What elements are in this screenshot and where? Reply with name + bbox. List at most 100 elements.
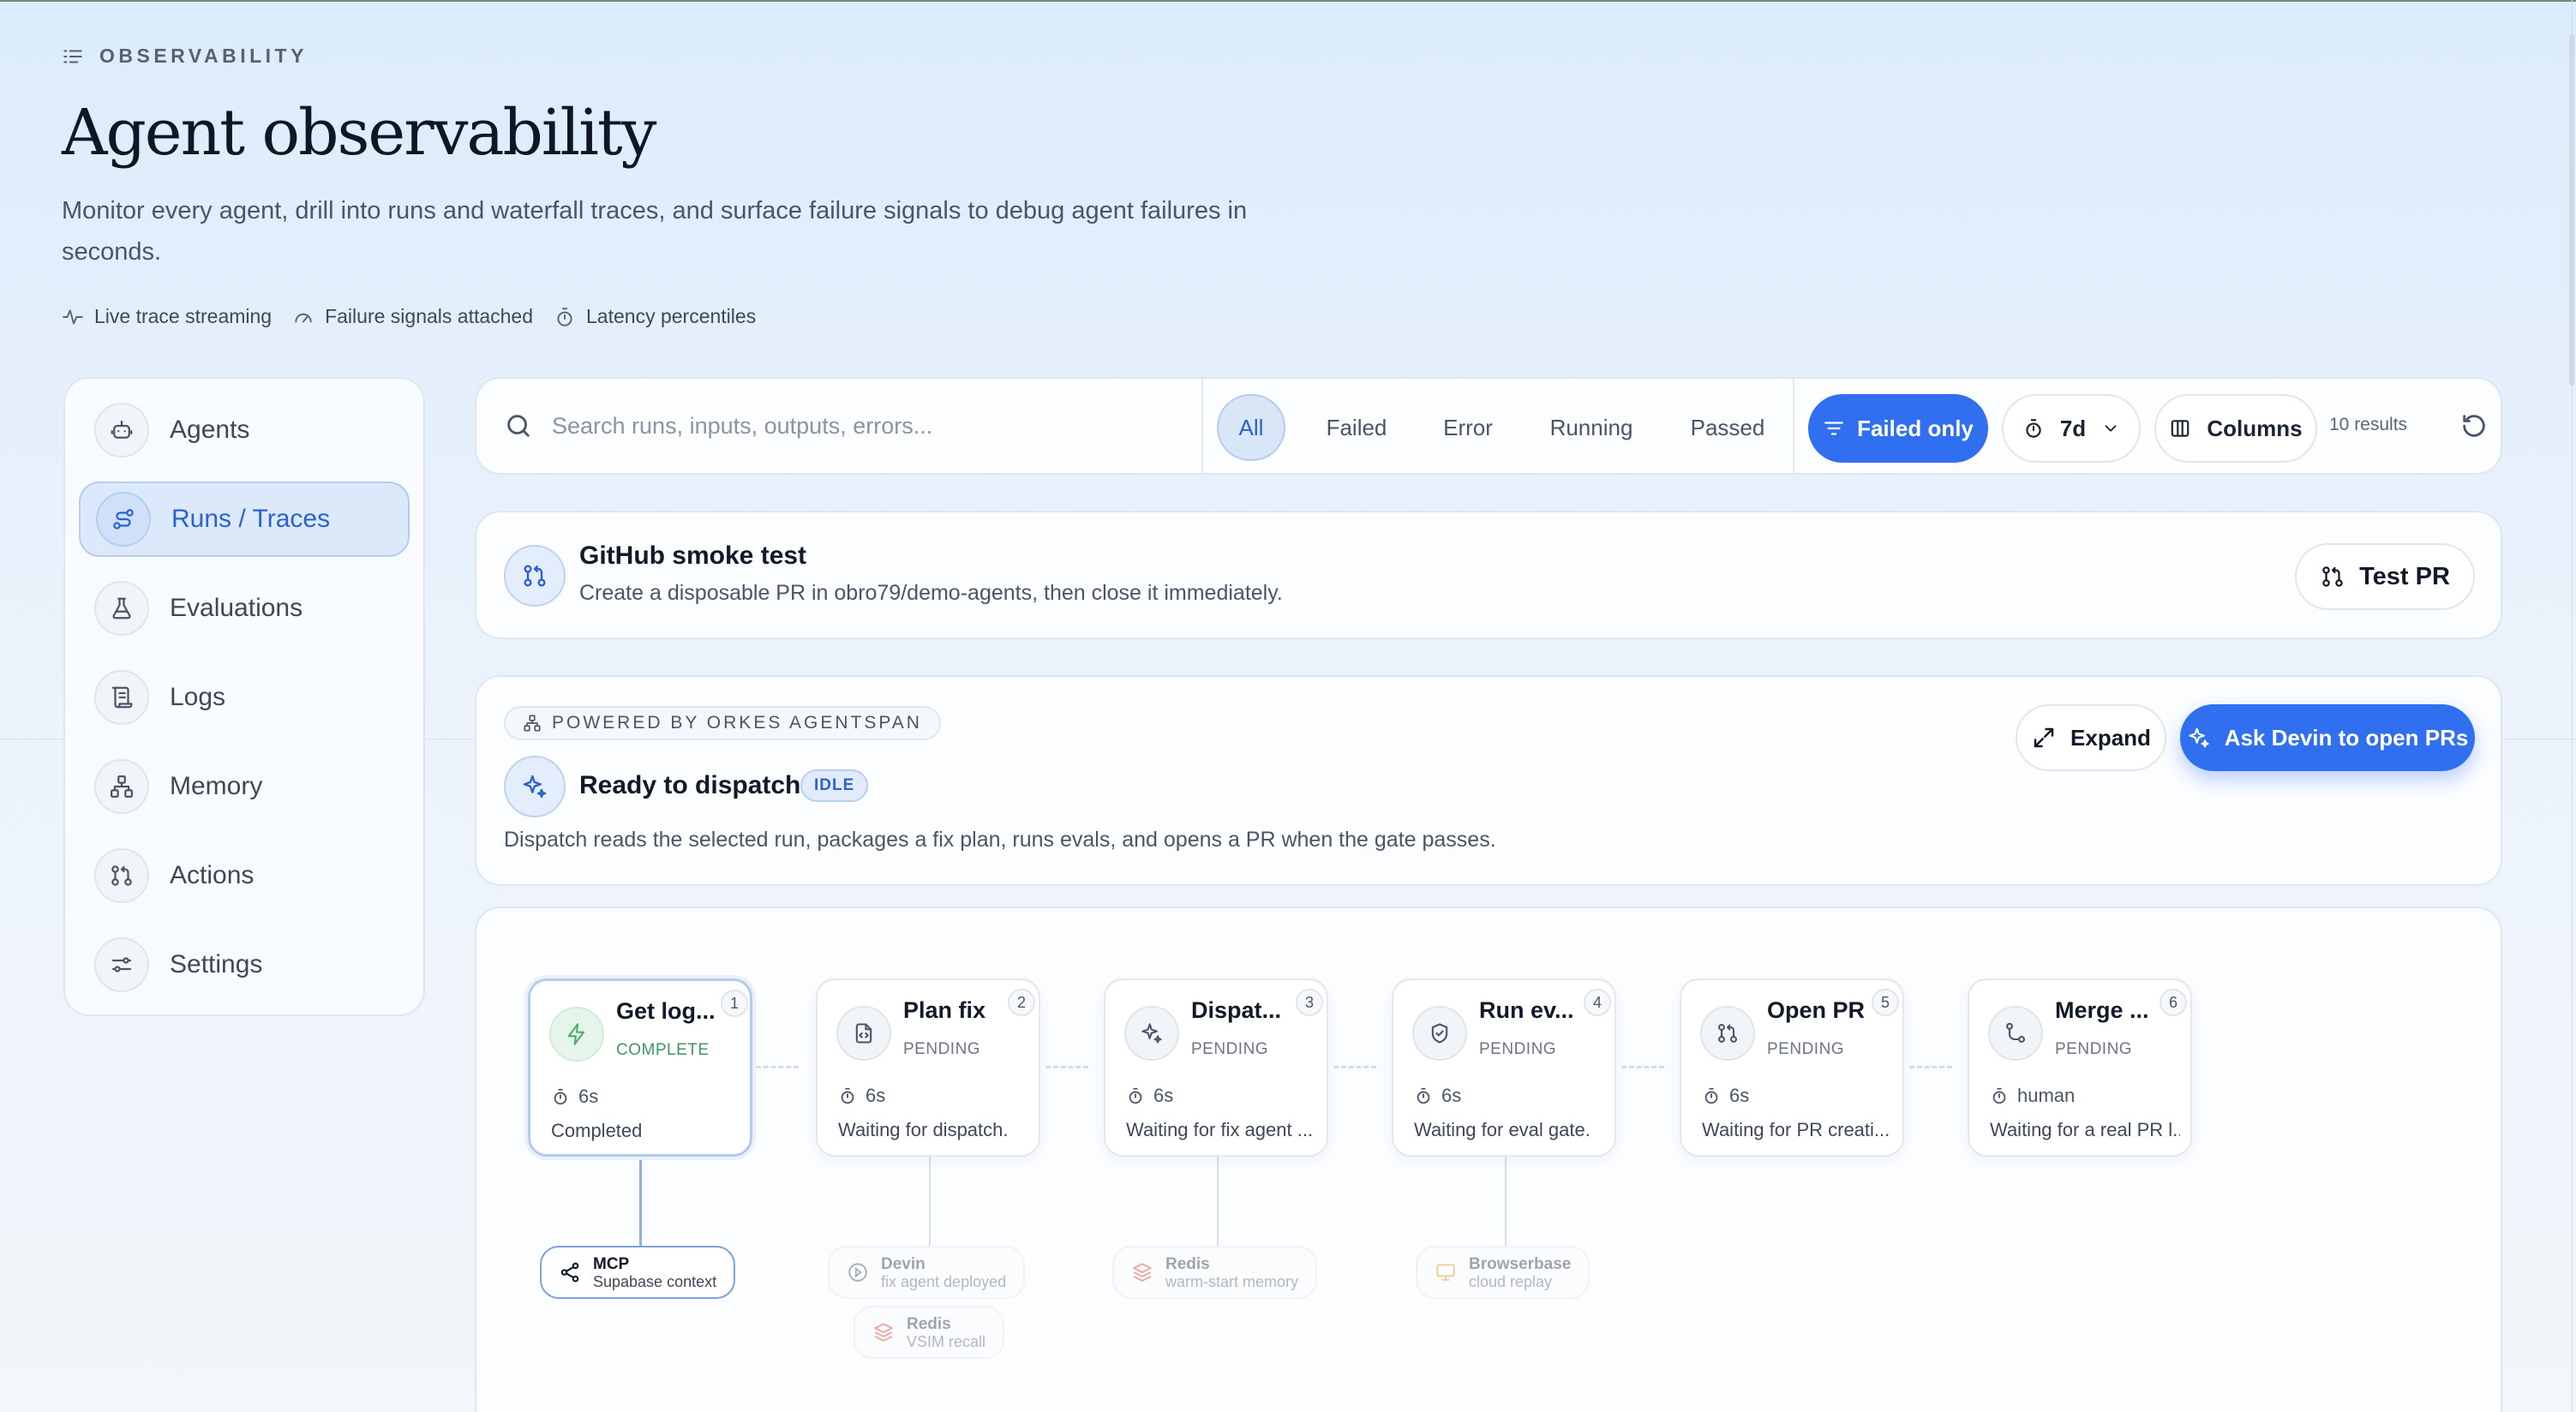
ask-devin-label: Ask Devin to open PRs xyxy=(2224,724,2469,751)
feature-list: Live trace streaming Failure signals att… xyxy=(62,305,758,328)
tool-text: Redis warm-start memory xyxy=(1165,1255,1298,1290)
ask-devin-button[interactable]: Ask Devin to open PRs xyxy=(2180,704,2475,771)
tool-desc: warm-start memory xyxy=(1165,1272,1299,1290)
status-badge: IDLE xyxy=(800,769,869,802)
expand-icon xyxy=(2034,727,2054,748)
feature-label: Latency percentiles xyxy=(586,305,757,327)
tool-desc: VSIM recall xyxy=(907,1332,986,1350)
tool-name: Devin xyxy=(881,1254,926,1273)
step-title: Open PR xyxy=(1767,997,1866,1023)
network-icon xyxy=(524,715,541,732)
step-status: PENDING xyxy=(903,1040,981,1058)
tool-chip-redis[interactable]: Redis warm-start memory xyxy=(1112,1246,1318,1299)
filter-tab-running[interactable]: Running xyxy=(1534,394,1649,461)
timer-icon xyxy=(1704,1087,1718,1104)
tool-connector xyxy=(1217,1157,1219,1246)
step-detail: Waiting for fix agent ... xyxy=(1126,1119,1314,1140)
step-title: Get log... xyxy=(616,998,716,1024)
tool-text: Redis VSIM recall xyxy=(907,1315,985,1350)
smoke-test-description: Create a disposable PR in obro79/demo-ag… xyxy=(579,581,1283,605)
sidebar-item-label: Runs / Traces xyxy=(171,505,331,533)
chevron-down-icon xyxy=(2105,425,2117,432)
step-status: PENDING xyxy=(1479,1040,1557,1058)
step-title: Merge ... xyxy=(2055,997,2149,1023)
timer-icon xyxy=(1417,1087,1430,1104)
robot-icon-wrap xyxy=(94,403,149,458)
filter-toolbar: All Failed Error Running Passed Failed o… xyxy=(475,377,2502,475)
step-detail: Completed xyxy=(551,1120,643,1141)
time-range-select[interactable]: 7d xyxy=(2002,394,2141,463)
pipeline-step[interactable]: Dispat... PENDING 3 6s Waiting for fix a… xyxy=(1104,978,1328,1157)
sparkles-icon-wrap xyxy=(504,756,566,817)
share-icon xyxy=(560,1262,579,1283)
devin-icon xyxy=(848,1263,867,1282)
sidebar-item-evaluations[interactable]: Evaluations xyxy=(79,571,410,646)
failed-only-label: Failed only xyxy=(1857,415,1974,441)
tool-desc: Supabase context xyxy=(593,1272,717,1290)
code-file-icon-wrap xyxy=(836,1006,891,1061)
search-input[interactable] xyxy=(552,403,980,449)
monitor-icon xyxy=(1436,1264,1455,1281)
sidebar-item-settings[interactable]: Settings xyxy=(79,927,410,1002)
bolt-icon-wrap xyxy=(549,1007,604,1062)
test-pr-button[interactable]: Test PR xyxy=(2295,543,2475,610)
sidebar-item-label: Settings xyxy=(170,950,263,978)
filter-tab-failed[interactable]: Failed xyxy=(1309,394,1404,461)
tool-name: Browserbase xyxy=(1469,1254,1572,1273)
sliders-icon xyxy=(111,957,132,972)
expand-button[interactable]: Expand xyxy=(2016,704,2166,771)
step-status: COMPLETE xyxy=(616,1041,710,1059)
sparkles-icon xyxy=(2189,727,2209,748)
refresh-icon[interactable] xyxy=(2459,411,2489,440)
step-duration: 6s xyxy=(551,1086,598,1108)
pipeline-step[interactable]: Open PR PENDING 5 6s Waiting for PR crea… xyxy=(1680,978,1904,1157)
list-icon xyxy=(63,50,82,63)
tool-chip-redis[interactable]: Redis VSIM recall xyxy=(854,1306,1005,1359)
pulse-icon xyxy=(63,308,83,325)
pipeline-step[interactable]: Merge ... PENDING 6 human Waiting for a … xyxy=(1968,978,2192,1157)
sidebar-item-logs[interactable]: Logs xyxy=(79,660,410,735)
tool-connector xyxy=(639,1155,642,1247)
step-duration-value: 6s xyxy=(578,1086,599,1107)
search-icon xyxy=(507,415,530,437)
filter-tab-all[interactable]: All xyxy=(1217,394,1285,461)
sidebar-item-runs-traces[interactable]: Runs / Traces xyxy=(79,482,410,557)
step-number: 2 xyxy=(1008,989,1035,1016)
sidebar-item-agents[interactable]: Agents xyxy=(79,392,410,468)
step-detail: Waiting for a real PR l... xyxy=(1990,1119,2180,1140)
scrollbar-thumb[interactable] xyxy=(2569,34,2574,386)
sidebar-item-memory[interactable]: Memory xyxy=(79,749,410,824)
timer-icon xyxy=(1992,1087,2006,1104)
failed-only-toggle[interactable]: Failed only xyxy=(1808,394,1988,463)
tool-chip-mcp[interactable]: MCP Supabase context xyxy=(540,1246,736,1299)
flask-icon-wrap xyxy=(94,581,149,636)
pipeline-step[interactable]: Plan fix PENDING 2 6s Waiting for dispat… xyxy=(816,978,1040,1157)
tool-text: Browserbase cloud replay xyxy=(1469,1255,1571,1290)
timer-icon xyxy=(554,1088,567,1105)
step-detail: Waiting for dispatch. xyxy=(838,1119,1009,1140)
layers-icon xyxy=(1133,1263,1152,1282)
step-status: PENDING xyxy=(1191,1040,1269,1058)
pipeline-step[interactable]: Run ev... PENDING 4 6s Waiting for eval … xyxy=(1392,978,1616,1157)
filter-tab-error[interactable]: Error xyxy=(1429,394,1507,461)
gauge-icon xyxy=(295,313,312,322)
columns-button[interactable]: Columns xyxy=(2154,394,2317,463)
tool-chip-browserbase[interactable]: Browserbase cloud replay xyxy=(1416,1246,1591,1299)
page-subtitle: Monitor every agent, drill into runs and… xyxy=(62,197,1248,266)
toolbar-divider xyxy=(1793,379,1794,475)
step-number: 6 xyxy=(2160,989,2187,1016)
filter-tab-passed[interactable]: Passed xyxy=(1676,394,1779,461)
step-duration: 6s xyxy=(1702,1085,1749,1107)
sidebar-item-actions[interactable]: Actions xyxy=(79,838,410,913)
tool-chip-devin[interactable]: Devin fix agent deployed xyxy=(828,1246,1026,1299)
feature-item: Failure signals attached xyxy=(292,305,533,328)
layers-icon xyxy=(874,1323,893,1342)
sliders-icon-wrap xyxy=(94,937,149,992)
step-title: Dispat... xyxy=(1191,997,1282,1023)
toolbar-divider xyxy=(1201,379,1203,475)
step-duration-value: human xyxy=(2017,1085,2076,1106)
step-title: Plan fix xyxy=(903,997,986,1023)
step-connector xyxy=(1333,1066,1376,1068)
tool-connector xyxy=(1505,1157,1507,1246)
pipeline-step[interactable]: Get log... COMPLETE 1 6s Completed xyxy=(528,978,752,1157)
